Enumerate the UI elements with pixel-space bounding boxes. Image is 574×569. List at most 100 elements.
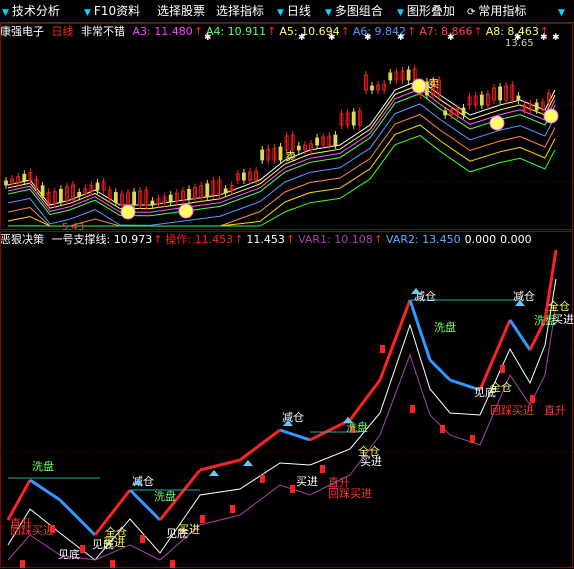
star-icon: ✱ — [552, 33, 560, 43]
signal-marker — [380, 345, 385, 353]
candle — [516, 95, 521, 101]
full-position-label: 全仓 — [490, 380, 512, 394]
candle — [22, 173, 27, 182]
candle — [4, 180, 8, 186]
smiley-icon — [178, 203, 194, 219]
candle — [370, 85, 374, 91]
sell-label: 卖 — [428, 77, 439, 90]
moving-average-line — [7, 124, 556, 227]
signal-label: 减仓 — [132, 474, 154, 488]
signal-marker — [170, 560, 175, 568]
chart-annotations: 洗盘减仓洗盘减仓减仓 减仓洗盘洗盘洗盘见底见底见底见底直升回踩买进直升回踩买进直升… — [10, 288, 574, 561]
decision-line — [199, 458, 241, 472]
decision-line — [428, 358, 452, 382]
decision-line — [478, 319, 512, 391]
signal-marker — [200, 515, 205, 523]
price-low-label: 5.43 — [62, 222, 84, 233]
candle — [40, 185, 45, 197]
candle — [77, 191, 82, 197]
candle — [406, 69, 411, 81]
signal-marker — [320, 465, 325, 473]
signal-label: 减仓 — [513, 289, 535, 303]
candle — [59, 188, 63, 203]
candle — [223, 188, 228, 194]
candle — [278, 146, 283, 161]
star-icon: ✱ — [298, 33, 306, 43]
decision-line — [508, 319, 532, 351]
candle — [498, 86, 503, 101]
main-chart-frame — [0, 23, 573, 230]
house-icon — [209, 470, 219, 476]
signal-marker — [110, 560, 115, 568]
candle — [296, 145, 301, 151]
var1-line — [7, 304, 557, 561]
buy-label: 买进 — [296, 475, 318, 488]
candle — [443, 110, 448, 116]
house-icon — [243, 460, 253, 466]
signal-label: 减仓 — [282, 410, 304, 424]
full-position-label: 全仓 — [105, 525, 127, 539]
candle — [351, 111, 356, 126]
star-icon: ✱ — [540, 33, 548, 43]
candle — [95, 182, 100, 191]
star-icon: ✱ — [514, 33, 522, 43]
candle — [150, 200, 155, 206]
buy-label: 买进 — [552, 313, 574, 326]
signal-marker — [470, 435, 475, 443]
buy-label: 买进 — [178, 523, 200, 536]
chart-canvas[interactable]: 卖卖13.655.43✱ ✱ ✱ ✱ ✱ ✱ ✱ ✱ ✱ 洗盘减仓洗盘减仓减仓 减仓洗盘洗盘洗盘见… — [0, 0, 574, 569]
signal-marker — [20, 560, 25, 568]
candle — [241, 172, 246, 181]
candle — [113, 192, 118, 203]
candle — [461, 107, 466, 116]
bottom-label: 见底 — [58, 547, 80, 561]
candle — [132, 191, 137, 206]
sell-label: 卖 — [285, 150, 296, 163]
candle — [205, 183, 210, 198]
signal-marker — [260, 475, 265, 483]
buy-signal-label: 回踩买进 — [490, 404, 534, 417]
buy-signal-label: 直升 — [544, 403, 566, 417]
buy-signal-label: 回踩买进 — [10, 524, 54, 537]
smiley-icon — [411, 78, 427, 94]
signal-marker — [530, 395, 535, 403]
decision-line — [279, 428, 311, 442]
candle — [534, 102, 539, 111]
candle — [187, 189, 191, 200]
candle — [168, 194, 173, 203]
star-icon: ✱ — [204, 33, 212, 43]
candle — [333, 134, 338, 146]
signal-marker — [410, 405, 415, 413]
signal-marker — [80, 545, 85, 553]
signal-marker — [230, 505, 235, 513]
signal-label: 洗盘 — [434, 320, 456, 334]
star-icon: ✱ — [364, 33, 372, 43]
full-position-label: 全仓 — [548, 299, 570, 313]
signal-marker — [290, 485, 295, 493]
price-chart: 卖卖13.655.43✱ ✱ ✱ ✱ ✱ ✱ ✱ ✱ ✱ — [4, 33, 560, 233]
signal-label: 洗盘 — [32, 459, 54, 473]
candle — [479, 94, 484, 106]
decision-line — [408, 299, 432, 361]
candle — [315, 137, 320, 146]
decision-line — [348, 379, 382, 421]
smiley-icon — [120, 204, 136, 220]
full-position-label: 全仓 — [358, 444, 380, 458]
decision-line — [58, 498, 97, 537]
star-icon: ✱ — [328, 33, 336, 43]
signal-label: 洗盘 — [154, 489, 176, 503]
buy-signal-label: 回踩买进 — [328, 487, 372, 500]
decision-line — [29, 478, 61, 502]
signal-marker — [140, 535, 145, 543]
smiley-icon — [489, 115, 505, 131]
smiley-icon — [543, 108, 559, 124]
candle — [260, 149, 265, 161]
candle — [388, 72, 393, 81]
decision-line — [239, 428, 281, 462]
signal-marker — [440, 425, 445, 433]
star-icon: ✱ — [447, 33, 455, 43]
star-icon: ✱ — [397, 33, 405, 43]
signal-marker — [500, 365, 505, 373]
indicator-chart — [6, 249, 558, 568]
moving-average-line — [7, 103, 556, 226]
